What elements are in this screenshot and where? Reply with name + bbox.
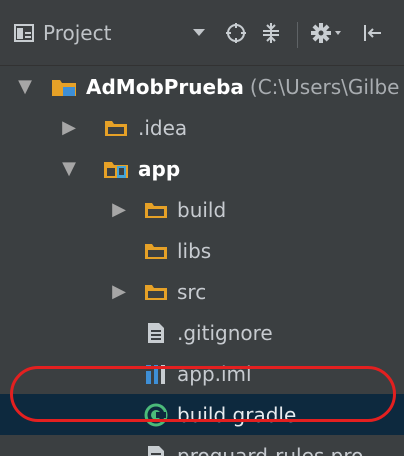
tree-item-label: src [177,279,207,304]
app-window: Project ▼ AdMobPrueba (C:\Users\Gilbe ▶ … [0,0,417,456]
module-name: app [138,156,181,181]
tree-item-label: app.iml [177,361,252,386]
collapse-all-icon[interactable] [257,0,285,66]
hide-panel-icon[interactable] [357,0,387,66]
project-toolbar: Project [0,0,404,66]
tree-item-libs[interactable]: libs [0,230,404,271]
tree-item-proguard-rules[interactable]: proguard-rules.pro [0,435,404,456]
tree-item-src[interactable]: ▶ src [0,271,404,312]
tree-item-build[interactable]: ▶ build [0,189,404,230]
settings-icon[interactable] [307,0,347,66]
expand-arrow-icon[interactable]: ▼ [58,148,80,189]
tree-item-label: .idea [138,115,188,140]
folder-icon [142,230,170,271]
expand-arrow-icon[interactable]: ▶ [108,271,130,312]
tree-item-label: libs [177,238,212,263]
toolbar-separator [297,22,298,48]
gradle-file-icon [142,394,170,435]
project-window-icon[interactable] [10,0,38,66]
project-panel: Project ▼ AdMobPrueba (C:\Users\Gilbe ▶ … [0,0,404,456]
project-path: (C:\Users\Gilbe [249,74,400,99]
tree-item-label: proguard-rules.pro [177,443,364,456]
folder-icon [142,189,170,230]
tree-item-gitignore[interactable]: .gitignore [0,312,404,353]
locate-icon[interactable] [222,0,250,66]
tree-item-admobprueba[interactable]: ▼ AdMobPrueba (C:\Users\Gilbe [0,66,404,107]
tree-item-app-iml[interactable]: app.iml [0,353,404,394]
iml-file-icon [142,353,170,394]
tree-item-label: app [138,148,180,189]
expand-arrow-icon[interactable]: ▶ [108,189,130,230]
tree-item-label: AdMobPrueba (C:\Users\Gilbe [86,66,400,107]
folder-icon [142,271,170,312]
text-file-icon [142,435,170,456]
expand-arrow-icon[interactable]: ▶ [58,107,80,148]
project-tree: ▼ AdMobPrueba (C:\Users\Gilbe ▶ .idea ▼ … [0,66,404,456]
tree-item-app[interactable]: ▼ app [0,148,404,189]
expand-arrow-icon[interactable]: ▼ [14,66,36,107]
tree-item-label: build [177,197,227,222]
project-name: AdMobPrueba [86,74,244,99]
project-folder-icon [50,66,78,107]
module-folder-icon [102,148,130,189]
tree-item-build-gradle[interactable]: build.gradle [0,394,404,435]
project-view-selector[interactable]: Project [43,0,153,66]
tree-item-label: build.gradle [177,402,297,427]
folder-icon [102,107,130,148]
dropdown-arrow-icon[interactable] [190,0,208,66]
tree-item-label: .gitignore [177,320,273,345]
tree-item-idea[interactable]: ▶ .idea [0,107,404,148]
text-file-icon [142,312,170,353]
